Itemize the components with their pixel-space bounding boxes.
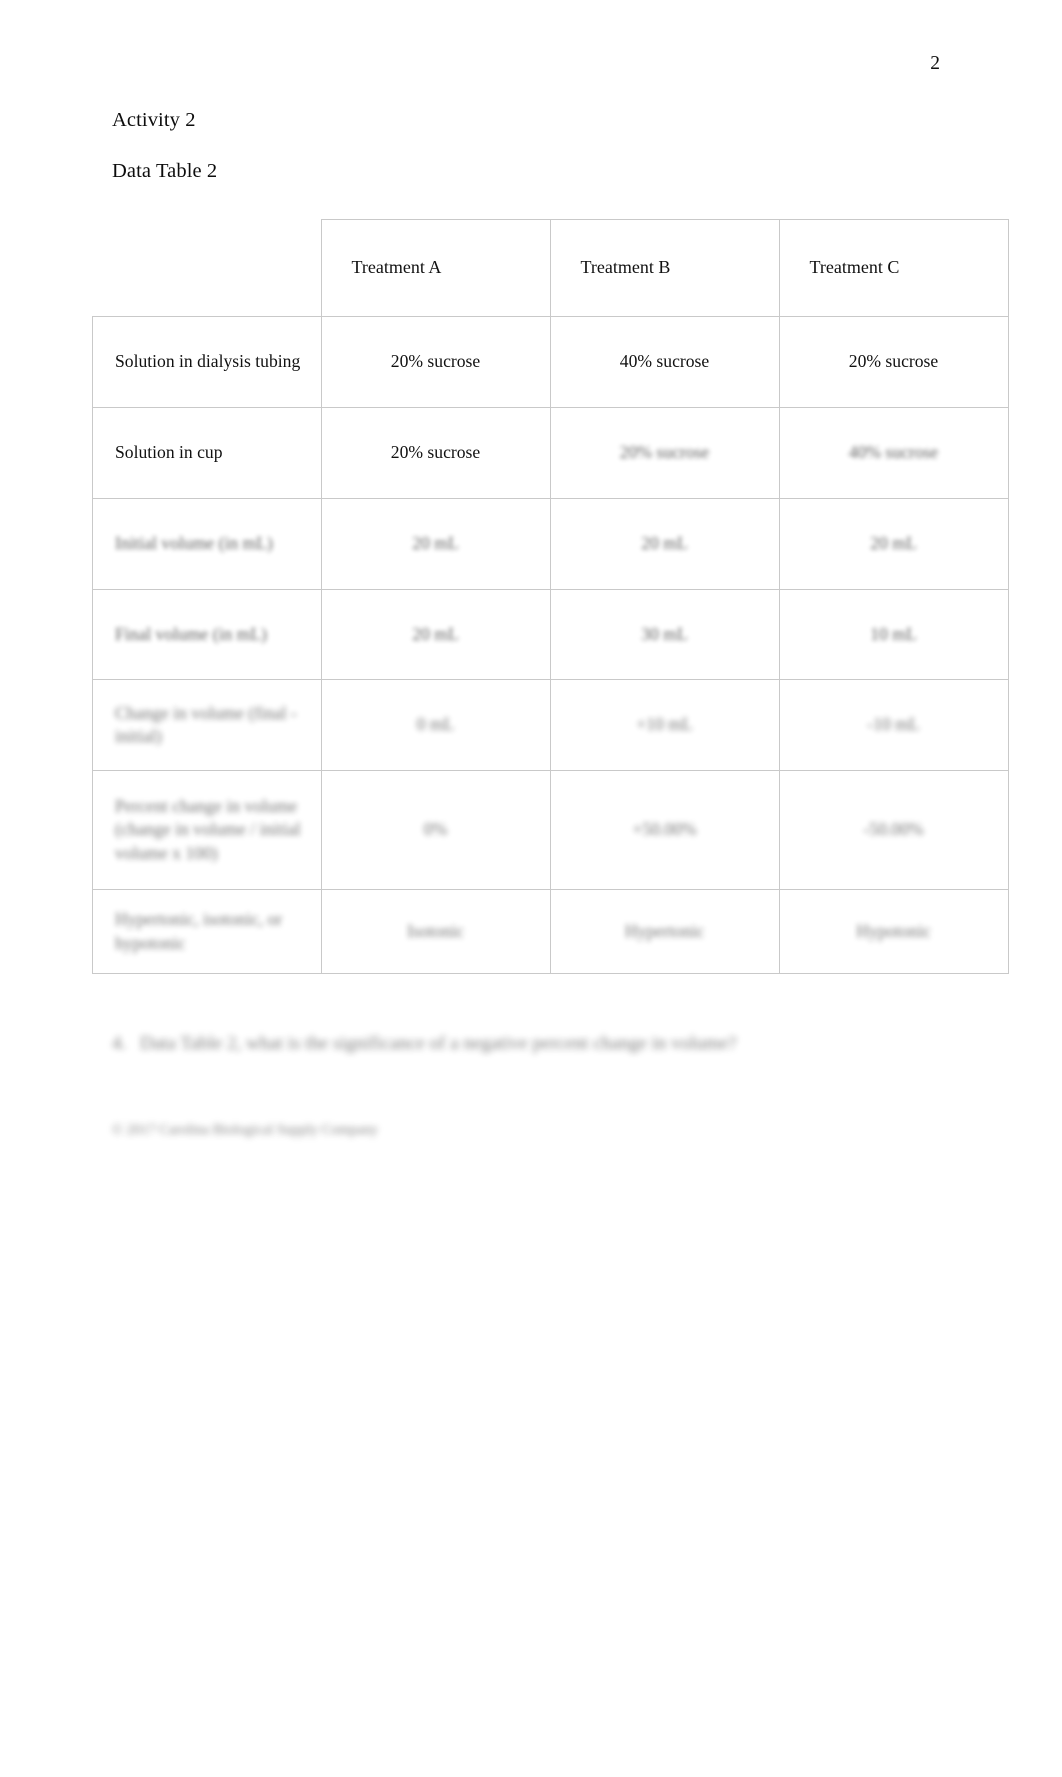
row-label-text: Hypertonic, isotonic, or hypotonic: [115, 909, 283, 953]
cell-value: 20 mL: [412, 533, 459, 554]
table-cell: 30 mL: [549, 589, 780, 680]
cell-value: -10 mL: [867, 714, 920, 735]
cell-value: 10 mL: [870, 623, 917, 644]
table-cell: 40% sucrose: [549, 316, 780, 408]
cell-value: +10 mL: [636, 714, 693, 735]
table-row: Hypertonic, isotonic, or hypotonic Isoto…: [92, 889, 1009, 974]
page-title-activity: Activity 2: [112, 109, 196, 131]
row-label-text: Solution in cup: [115, 442, 223, 463]
row-label-text: Percent change in volume (change in volu…: [115, 796, 301, 863]
table-row: Change in volume (final - initial) 0 mL …: [92, 679, 1009, 771]
table-cell: 20% sucrose: [549, 407, 780, 499]
table-cell: 20% sucrose: [320, 407, 551, 499]
cell-value: 20% sucrose: [619, 442, 710, 463]
cell-value: 0%: [423, 819, 448, 840]
table-cell: +10 mL: [549, 679, 780, 771]
table-cell: 20% sucrose: [778, 316, 1009, 408]
table-cell: 20% sucrose: [320, 316, 551, 408]
cell-value: -50.00%: [863, 819, 924, 840]
cell-value: Isotonic: [407, 920, 464, 941]
data-table-2: Treatment A Treatment B Treatment C Solu…: [92, 219, 1009, 974]
copyright-footer: © 2017 Carolina Biological Supply Compan…: [112, 1122, 378, 1138]
cell-value: Hypertonic: [624, 920, 705, 941]
table-cell: -50.00%: [778, 770, 1009, 890]
row-label: Change in volume (final - initial): [92, 679, 322, 771]
cell-value: Hypotonic: [856, 920, 931, 941]
column-header-label: Treatment C: [809, 257, 900, 278]
table-cell: 20 mL: [320, 589, 551, 680]
table-cell: 20 mL: [549, 498, 780, 590]
row-label-text: Initial volume (in mL): [115, 533, 273, 554]
row-label-text: Change in volume (final - initial): [115, 702, 297, 746]
table-row: Solution in dialysis tubing 20% sucrose …: [92, 316, 1009, 408]
table-cell: 10 mL: [778, 589, 1009, 680]
table-cell: 20 mL: [320, 498, 551, 590]
cell-value: 40% sucrose: [619, 351, 710, 372]
table-row: Percent change in volume (change in volu…: [92, 770, 1009, 890]
page-number: 2: [930, 53, 940, 74]
table-row: Initial volume (in mL) 20 mL 20 mL 20 mL: [92, 498, 1009, 590]
table-cell: 0%: [320, 770, 551, 890]
table-cell: Isotonic: [320, 889, 551, 974]
question-item: 4. Data Table 2, what is the significanc…: [112, 1030, 812, 1058]
table: Treatment A Treatment B Treatment C Solu…: [92, 219, 1009, 974]
page-title-data-table: Data Table 2: [112, 160, 218, 182]
table-corner-cell: [92, 219, 322, 317]
cell-value: 0 mL: [416, 714, 455, 735]
cell-value: 20% sucrose: [390, 351, 481, 372]
table-row: Final volume (in mL) 20 mL 30 mL 10 mL: [92, 589, 1009, 680]
row-label: Initial volume (in mL): [92, 498, 322, 590]
row-label: Hypertonic, isotonic, or hypotonic: [92, 889, 322, 974]
table-cell: +50.00%: [549, 770, 780, 890]
cell-value: +50.00%: [632, 819, 697, 840]
table-cell: 40% sucrose: [778, 407, 1009, 499]
cell-value: 20% sucrose: [390, 442, 481, 463]
cell-value: 20 mL: [412, 623, 459, 644]
table-cell: -10 mL: [778, 679, 1009, 771]
row-label-text: Solution in dialysis tubing: [115, 351, 301, 372]
column-header-treatment-c: Treatment C: [778, 219, 1009, 317]
column-header-treatment-b: Treatment B: [549, 219, 780, 317]
row-label-text: Final volume (in mL): [115, 623, 267, 644]
cell-value: 30 mL: [641, 623, 688, 644]
row-label: Solution in dialysis tubing: [92, 316, 322, 408]
cell-value: 20 mL: [870, 533, 917, 554]
cell-value: 40% sucrose: [848, 442, 939, 463]
document-page: 2 Activity 2 Data Table 2 Treatment A Tr…: [0, 0, 1062, 1777]
table-cell: Hypertonic: [549, 889, 780, 974]
table-row: Solution in cup 20% sucrose 20% sucrose …: [92, 407, 1009, 499]
column-header-treatment-a: Treatment A: [320, 219, 551, 317]
table-header-row: Treatment A Treatment B Treatment C: [92, 219, 1009, 317]
cell-value: 20% sucrose: [848, 351, 939, 372]
row-label: Percent change in volume (change in volu…: [92, 770, 322, 890]
table-cell: 0 mL: [320, 679, 551, 771]
table-cell: Hypotonic: [778, 889, 1009, 974]
row-label: Final volume (in mL): [92, 589, 322, 680]
question-number: 4.: [112, 1033, 127, 1054]
row-label: Solution in cup: [92, 407, 322, 499]
column-header-label: Treatment A: [351, 257, 442, 278]
column-header-label: Treatment B: [580, 257, 671, 278]
question-text: Data Table 2, what is the significance o…: [140, 1033, 737, 1054]
cell-value: 20 mL: [641, 533, 688, 554]
table-cell: 20 mL: [778, 498, 1009, 590]
